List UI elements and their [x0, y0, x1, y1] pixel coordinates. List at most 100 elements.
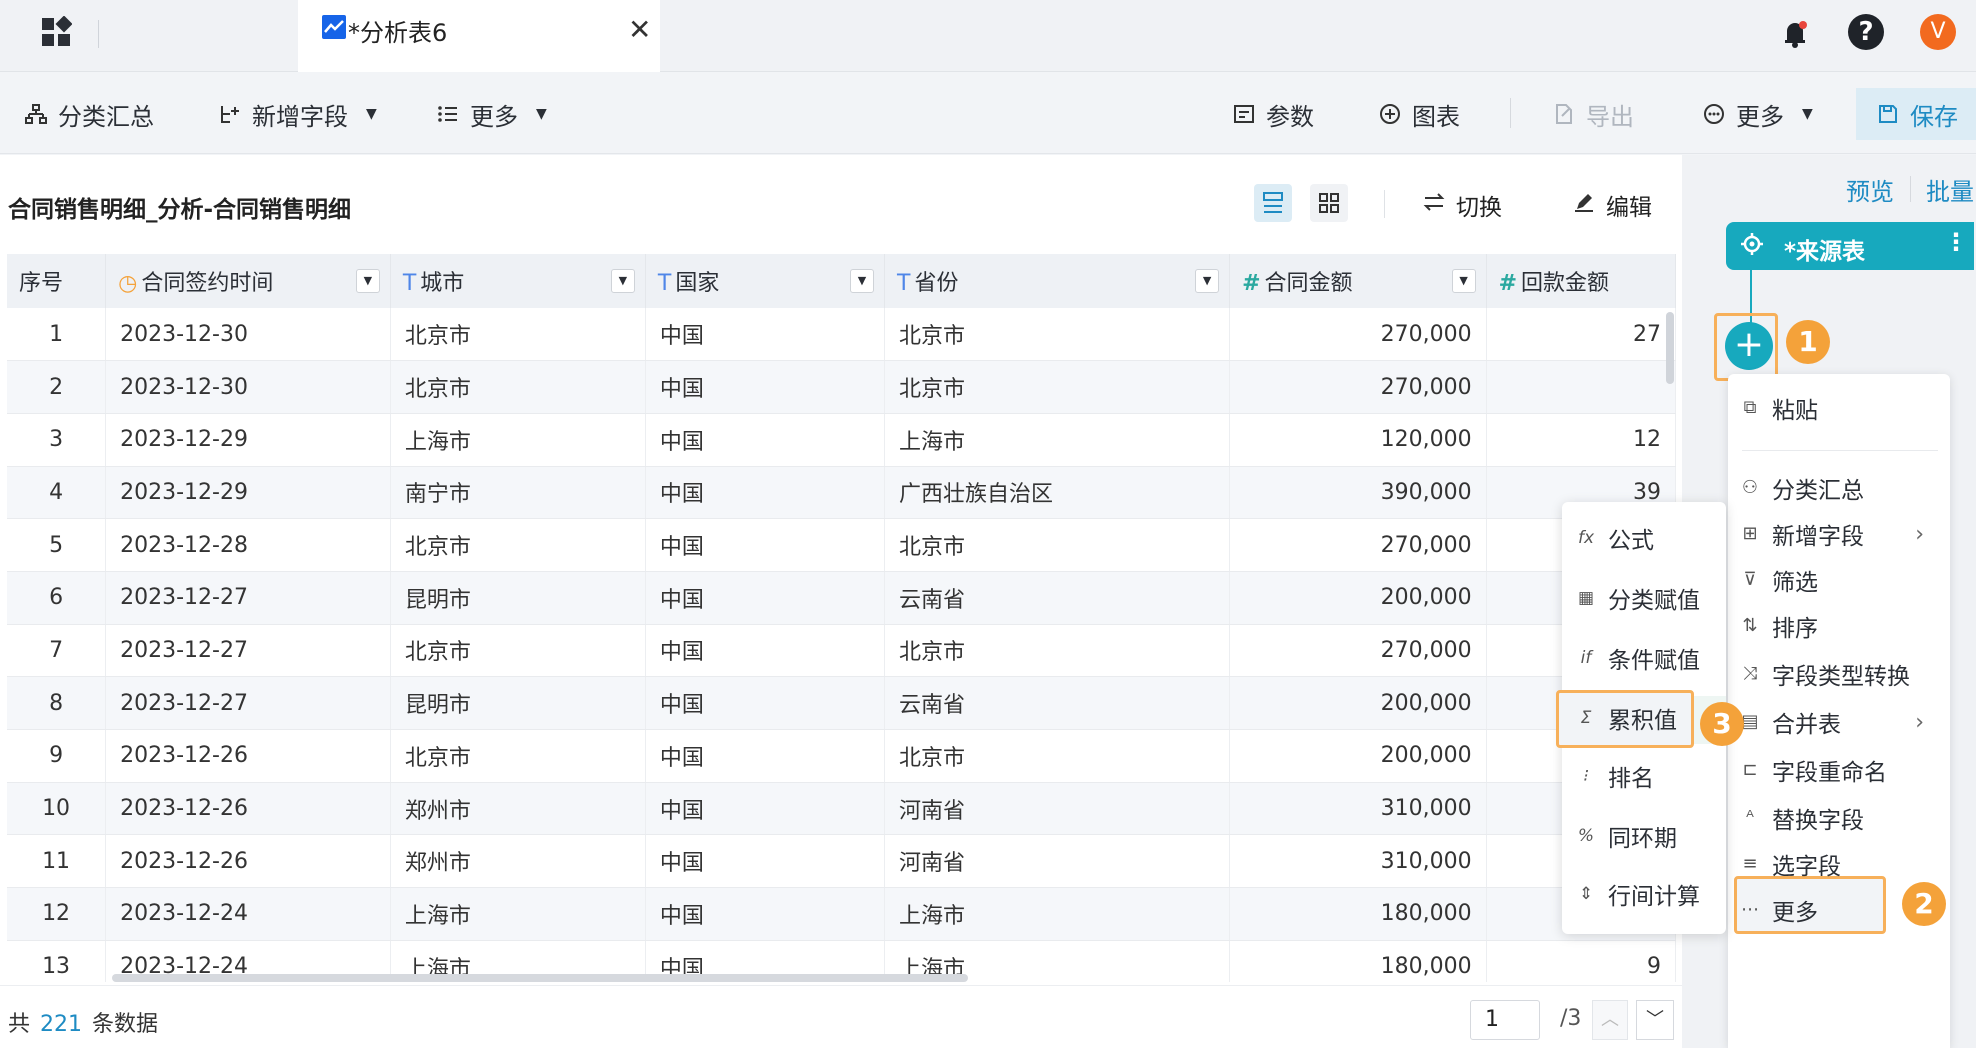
submenu-item-period-compare[interactable]: % 同环期 — [1576, 814, 1677, 858]
column-header[interactable]: # 回款金额 — [1486, 254, 1676, 308]
add-field-icon — [218, 102, 242, 126]
vertical-scrollbar[interactable] — [1666, 312, 1674, 384]
column-dropdown-icon[interactable]: ▼ — [1451, 269, 1476, 293]
titlebar-divider — [98, 20, 99, 48]
submenu-item-row-calc[interactable]: ⇕ 行间计算 — [1576, 872, 1700, 916]
table-cell: 2023-12-28 — [105, 518, 391, 572]
submenu-item-condition-assign[interactable]: if 条件赋值 — [1576, 636, 1700, 680]
replace-icon: ᴬ — [1746, 807, 1754, 828]
add-field-button[interactable]: 新增字段 ▼ — [218, 96, 377, 132]
submenu-item-label: 条件赋值 — [1608, 648, 1700, 674]
column-header[interactable]: 序号 — [7, 254, 107, 308]
table-row[interactable]: 4 2023-12-29 南宁市 中国 广西壮族自治区 390,000 39 — [7, 466, 1676, 520]
menu-item-select-field[interactable]: ≡ 选字段 — [1740, 842, 1940, 886]
data-table: 序号 ◷ 合同签约时间 ▼ T 城市 ▼ T 国家 ▼ T 省份 ▼ # 合同金额 ▼ # 回款金额 … — [7, 254, 1676, 982]
close-icon[interactable]: ✕ — [628, 14, 651, 46]
column-header[interactable]: T 省份 ▼ — [884, 254, 1231, 308]
menu-item-filter[interactable]: ⊽ 筛选 — [1740, 558, 1940, 602]
more-menu-button[interactable]: 更多 ▼ — [436, 96, 547, 132]
table-row[interactable]: 2 2023-12-30 北京市 中国 北京市 270,000 — [7, 360, 1676, 414]
avatar[interactable]: V — [1920, 14, 1956, 50]
preview-link[interactable]: 预览 — [1846, 172, 1894, 207]
table-row[interactable]: 10 2023-12-26 郑州市 中国 河南省 310,000 — [7, 782, 1676, 836]
menu-item-add-field[interactable]: ⊞ 新增字段 › — [1740, 512, 1940, 556]
menu-item-label: 粘贴 — [1772, 398, 1818, 424]
cumulative-icon: Σ — [1580, 708, 1592, 728]
export-button[interactable]: 导出 — [1552, 96, 1634, 132]
table-row[interactable]: 1 2023-12-30 北京市 中国 北京市 270,000 27 — [7, 308, 1676, 362]
menu-item-sort[interactable]: ⇅ 排序 — [1740, 604, 1940, 648]
menu-item-paste[interactable]: ⧉ 粘贴 — [1740, 386, 1940, 430]
more-options-button[interactable]: 更多 ▼ — [1702, 96, 1813, 132]
add-step-button[interactable]: + — [1725, 322, 1773, 370]
save-button[interactable]: 保存 — [1856, 88, 1976, 140]
table-row[interactable]: 6 2023-12-27 昆明市 中国 云南省 200,000 — [7, 571, 1676, 625]
menu-item-rename[interactable]: ⊏ 字段重命名 — [1740, 748, 1940, 792]
chart-button[interactable]: 图表 — [1378, 96, 1460, 132]
table-cell: 北京市 — [884, 624, 1231, 678]
column-dropdown-icon[interactable]: ▼ — [850, 269, 875, 293]
group-summary-button[interactable]: 分类汇总 — [24, 96, 154, 132]
table-cell: 8 — [7, 676, 107, 730]
column-dropdown-icon[interactable]: ▼ — [355, 269, 380, 293]
table-footer — [0, 985, 1682, 1048]
page-number-input[interactable]: 1 — [1470, 1000, 1540, 1040]
table-viewport[interactable]: 序号 ◷ 合同签约时间 ▼ T 城市 ▼ T 国家 ▼ T 省份 ▼ # 合同金额 ▼ # 回款金额 … — [0, 254, 1676, 982]
submenu-item-cumulative[interactable]: Σ 累积值 — [1576, 696, 1677, 740]
ellipsis-circle-icon — [1702, 102, 1726, 126]
group-summary-label: 分类汇总 — [58, 102, 154, 131]
column-dropdown-icon[interactable]: ▼ — [1195, 269, 1220, 293]
table-row[interactable]: 12 2023-12-24 上海市 中国 上海市 180,000 — [7, 887, 1676, 941]
menu-item-label: 更多 — [1772, 900, 1818, 926]
apps-grid-icon[interactable] — [40, 15, 73, 48]
chevron-right-icon: › — [1915, 709, 1924, 735]
switch-button[interactable]: 切换 — [1422, 188, 1502, 222]
column-dropdown-icon[interactable]: ▼ — [610, 269, 635, 293]
table-cell: 200,000 — [1229, 676, 1487, 730]
grid-view-button[interactable] — [1310, 184, 1348, 222]
column-header[interactable]: T 城市 ▼ — [390, 254, 646, 308]
table-row[interactable]: 8 2023-12-27 昆明市 中国 云南省 200,000 — [7, 676, 1676, 730]
help-icon[interactable]: ? — [1848, 14, 1884, 50]
table-cell: 广西壮族自治区 — [884, 466, 1231, 520]
title-bar — [0, 0, 1976, 72]
table-cell: 13 — [7, 940, 107, 982]
chevron-down-icon[interactable]: ﹀ — [1636, 1000, 1674, 1040]
table-row[interactable]: 5 2023-12-28 北京市 中国 北京市 270,000 — [7, 518, 1676, 572]
submenu-item-rank[interactable]: ⁝ 排名 — [1576, 754, 1654, 798]
column-header[interactable]: T 国家 ▼ — [645, 254, 886, 308]
bell-icon[interactable] — [1778, 16, 1812, 50]
column-header[interactable]: # 合同金额 ▼ — [1229, 254, 1487, 308]
batch-link[interactable]: 批量 — [1926, 172, 1974, 207]
submenu-item-category-assign[interactable]: ▦ 分类赋值 — [1576, 576, 1700, 620]
table-row[interactable]: 9 2023-12-26 北京市 中国 北京市 200,000 — [7, 729, 1676, 783]
menu-item-replace[interactable]: ᴬ 替换字段 — [1740, 796, 1940, 840]
table-cell: 北京市 — [884, 729, 1231, 783]
table-cell: 310,000 — [1229, 834, 1487, 889]
table-cell: 3 — [7, 413, 107, 467]
kebab-menu-icon[interactable]: ⋮ — [1944, 228, 1968, 256]
table-cell: 12 — [1486, 413, 1676, 467]
horizontal-scrollbar[interactable] — [112, 974, 968, 982]
chevron-up-icon[interactable]: ︿ — [1592, 1000, 1628, 1040]
table-cell: 北京市 — [390, 308, 646, 362]
list-view-button[interactable] — [1254, 184, 1292, 222]
edit-button[interactable]: 编辑 — [1572, 188, 1652, 222]
menu-item-convert[interactable]: ⤨ 字段类型转换 — [1740, 652, 1940, 696]
table-cell: 北京市 — [884, 308, 1231, 362]
menu-divider — [1742, 450, 1938, 451]
menu-item-merge[interactable]: ▤ 合并表 › — [1740, 700, 1940, 744]
export-icon — [1552, 102, 1576, 126]
source-table-label: *来源表 — [1784, 239, 1866, 265]
params-button[interactable]: 参数 — [1232, 96, 1314, 132]
record-count-suffix: 条数据 — [92, 1012, 159, 1037]
table-row[interactable]: 11 2023-12-26 郑州市 中国 河南省 310,000 — [7, 834, 1676, 889]
menu-item-group[interactable]: ⚇ 分类汇总 — [1740, 466, 1940, 510]
submenu-item-label: 排名 — [1608, 766, 1654, 792]
chevron-right-icon: › — [1915, 521, 1924, 547]
column-header[interactable]: ◷ 合同签约时间 ▼ — [105, 254, 391, 308]
table-row[interactable]: 3 2023-12-29 上海市 中国 上海市 120,000 12 — [7, 413, 1676, 467]
submenu-item-formula[interactable]: fx 公式 — [1576, 516, 1654, 560]
more-options-label: 更多 — [1736, 102, 1784, 131]
table-row[interactable]: 7 2023-12-27 北京市 中国 北京市 270,000 — [7, 624, 1676, 678]
